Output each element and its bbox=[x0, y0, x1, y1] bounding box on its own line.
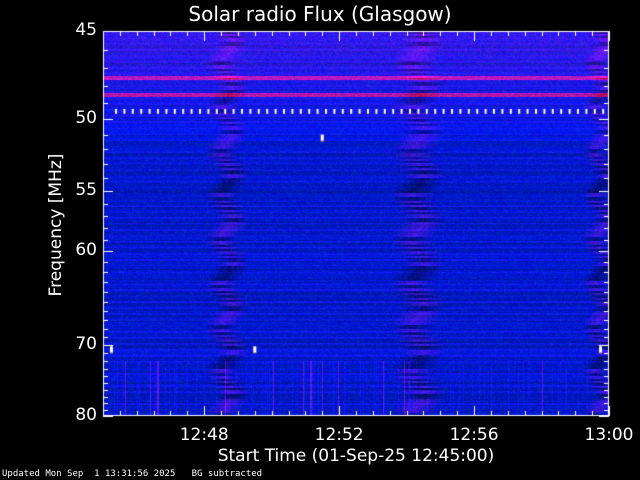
x-tick-label: 12:48 bbox=[179, 425, 229, 445]
y-axis-label: Frequency [MHz] bbox=[46, 153, 66, 297]
y-tick-label: 50 bbox=[75, 108, 97, 128]
y-tick-label: 80 bbox=[75, 405, 97, 425]
x-tick-label: 13:00 bbox=[584, 425, 634, 445]
footer-text: Updated Mon Sep 1 13:31:56 2025 BG subtr… bbox=[2, 469, 262, 479]
x-axis-label: Start Time (01-Sep-25 12:45:00) bbox=[217, 446, 495, 466]
y-tick-label: 45 bbox=[75, 20, 97, 40]
footer-updated: Updated Mon Sep 1 13:31:56 2025 bbox=[2, 469, 176, 479]
x-tick-label: 12:52 bbox=[314, 425, 364, 445]
y-tick-label: 55 bbox=[75, 180, 97, 200]
y-tick-label: 60 bbox=[75, 240, 97, 260]
x-tick-label: 12:56 bbox=[449, 425, 499, 445]
footer-note: BG subtracted bbox=[191, 469, 263, 479]
y-tick-label: 70 bbox=[75, 334, 97, 355]
